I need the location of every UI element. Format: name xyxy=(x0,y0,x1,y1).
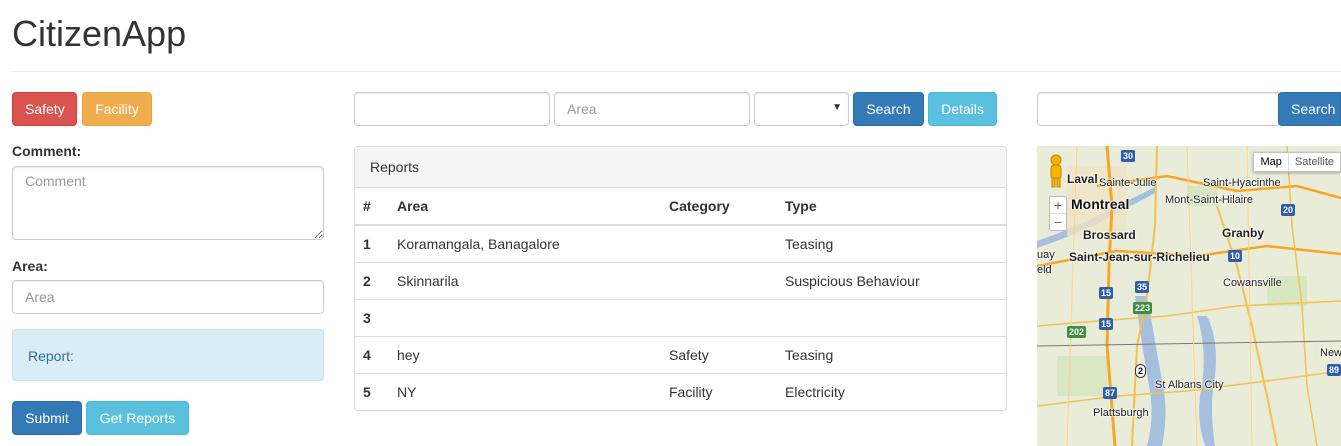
table-header-row: # Area Category Type xyxy=(355,188,1006,226)
row-area: hey xyxy=(389,335,661,373)
map-label-sainte-julie: Sainte-Julie xyxy=(1099,177,1157,189)
row-category: Facility xyxy=(661,372,777,410)
row-area xyxy=(389,298,661,336)
map-label-brossard: Brossard xyxy=(1083,228,1136,242)
reports-panel: Reports # Area Category Type 1 Koramanga… xyxy=(354,146,1007,411)
zoom-in-button[interactable]: + xyxy=(1050,197,1066,213)
map-label-guay: uay xyxy=(1037,249,1055,261)
area-label: Area: xyxy=(12,258,48,274)
row-area: NY xyxy=(389,372,661,410)
search-button[interactable]: Search xyxy=(853,92,924,126)
route-shield: 35 xyxy=(1135,281,1150,293)
map-label-montreal: Montreal xyxy=(1071,196,1130,212)
row-area: Koramangala, Banagalore xyxy=(397,235,560,252)
zoom-out-button[interactable]: − xyxy=(1050,213,1066,230)
safety-button[interactable]: Safety xyxy=(12,92,77,126)
search-query-input[interactable] xyxy=(354,92,550,126)
map-view[interactable]: + − Map Satellite Laval Montreal Sainte-… xyxy=(1037,146,1341,446)
table-row: 2 Skinnarila Suspicious Behaviour xyxy=(355,261,1006,299)
map-label-laval: Laval xyxy=(1067,172,1098,186)
map-label-st-albans: St Albans City xyxy=(1155,379,1224,391)
details-button[interactable]: Details xyxy=(928,92,997,126)
reports-table: # Area Category Type 1 Koramangala, Bana… xyxy=(355,188,1006,410)
row-type: Teasing xyxy=(777,335,1006,373)
map-type-satellite[interactable]: Satellite xyxy=(1289,153,1340,171)
zoom-control[interactable]: + − xyxy=(1049,196,1067,231)
route-shield: 2 xyxy=(1135,364,1147,378)
reports-panel-title: Reports xyxy=(355,147,1006,188)
report-alert: Report: xyxy=(12,329,324,381)
route-shield: 30 xyxy=(1121,150,1136,162)
row-area: Skinnarila xyxy=(389,261,661,299)
submit-button[interactable]: Submit xyxy=(12,401,82,435)
row-number: 4 xyxy=(355,335,389,373)
row-category: Safety xyxy=(661,335,777,373)
column-header-area: Area xyxy=(389,188,661,226)
route-shield: 20 xyxy=(1281,204,1296,216)
map-label-plattsburgh: Plattsburgh xyxy=(1093,407,1149,419)
map-search-button[interactable]: Search xyxy=(1278,92,1341,126)
table-row: 1 Koramangala, Banagalore Teasing xyxy=(355,225,1006,262)
pegman-icon[interactable] xyxy=(1047,154,1065,188)
row-number: 5 xyxy=(355,372,389,410)
header-divider xyxy=(12,71,1341,72)
facility-button[interactable]: Facility xyxy=(82,92,152,126)
comment-textarea[interactable] xyxy=(12,166,324,240)
column-header-number: # xyxy=(355,188,389,226)
table-row: 5 NY Facility Electricity xyxy=(355,372,1006,410)
map-type-map[interactable]: Map xyxy=(1254,153,1289,171)
row-number: 3 xyxy=(355,298,389,336)
map-search-input[interactable] xyxy=(1037,92,1279,126)
search-area-input[interactable] xyxy=(554,92,750,126)
column-header-type: Type xyxy=(777,188,1006,226)
route-shield: 89 xyxy=(1327,364,1341,376)
route-shield: 223 xyxy=(1133,302,1153,314)
report-text: Report: xyxy=(28,348,74,364)
table-row: 4 hey Safety Teasing xyxy=(355,335,1006,373)
app-title: CitizenApp xyxy=(12,13,187,54)
row-type: Teasing xyxy=(785,235,834,252)
map-label-granby: Granby xyxy=(1222,226,1265,240)
row-type: Electricity xyxy=(777,372,1006,410)
map-label-mont-saint-hilaire: Mont-Saint-Hilaire xyxy=(1165,194,1254,206)
route-shield: 10 xyxy=(1228,250,1243,262)
row-category xyxy=(661,261,777,299)
map-label-saint-hyacinthe: Saint-Hyacinthe xyxy=(1203,177,1281,189)
table-row: 3 xyxy=(355,298,1006,336)
route-shield: 202 xyxy=(1067,326,1087,338)
comment-label: Comment: xyxy=(12,143,82,159)
category-select[interactable]: ▼ xyxy=(754,92,849,126)
map-type-toggle[interactable]: Map Satellite xyxy=(1253,152,1341,172)
route-shield: 15 xyxy=(1099,318,1114,330)
row-number: 2 xyxy=(355,261,389,299)
route-shield: 87 xyxy=(1103,387,1118,399)
get-reports-button[interactable]: Get Reports xyxy=(86,401,189,435)
row-category xyxy=(661,298,777,336)
area-input[interactable] xyxy=(12,280,324,314)
caret-down-icon: ▼ xyxy=(832,102,842,113)
map-label-cowansville: Cowansville xyxy=(1223,277,1282,289)
map-label-eld: eld xyxy=(1037,264,1052,276)
row-type: Suspicious Behaviour xyxy=(777,261,1006,299)
map-roads xyxy=(1037,146,1341,446)
row-type xyxy=(777,298,1006,336)
route-shield: 15 xyxy=(1099,287,1114,299)
column-header-category: Category xyxy=(661,188,777,226)
row-number: 1 xyxy=(363,235,371,252)
map-label-newport: Newp xyxy=(1320,347,1341,359)
map-label-saint-jean: Saint-Jean-sur-Richelieu xyxy=(1069,250,1210,264)
row-category xyxy=(661,225,777,262)
